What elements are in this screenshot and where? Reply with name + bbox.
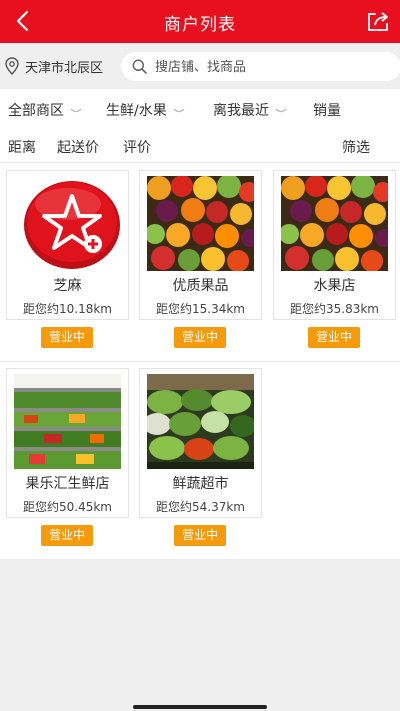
- chevron-down-icon: [70, 108, 82, 113]
- shop-image-red-star-logo: [14, 176, 121, 271]
- status-badge: 营业中: [308, 327, 360, 348]
- filter-fresh-fruit[interactable]: 生鲜/水果: [106, 100, 185, 120]
- shop-image-supermarket-produce-aisle: [14, 374, 121, 469]
- shop-card[interactable]: 优质果品 距您约15.34km: [139, 170, 262, 320]
- shop-name: 果乐汇生鲜店: [25, 476, 110, 492]
- shop-distance: 距您约10.18km: [23, 302, 112, 316]
- filter-label: 全部商区: [8, 103, 64, 119]
- shop-name: 芝麻: [53, 278, 82, 294]
- sort-distance[interactable]: 距离: [8, 137, 36, 157]
- shop-card[interactable]: 水果店 距您约35.83km: [273, 170, 396, 320]
- app-header: 商户列表: [0, 0, 400, 43]
- location-search-bar: 天津市北辰区: [0, 43, 400, 89]
- status-badge: 营业中: [41, 525, 93, 546]
- filter-bar: 全部商区 生鲜/水果 离我最近 销量 距离 起送价 评价 筛选: [0, 89, 400, 163]
- filter-sales[interactable]: 销量: [313, 100, 341, 120]
- shop-distance: 距您约54.37km: [156, 500, 245, 514]
- search-box[interactable]: [121, 52, 400, 81]
- status-badge: 营业中: [41, 327, 93, 348]
- shop-name: 优质果品: [172, 278, 229, 294]
- chevron-down-icon: [173, 108, 185, 113]
- shop-grid: 芝麻 距您约10.18km 营业中 优质果品 距您约15.34km 营业中 水果…: [0, 163, 400, 559]
- chevron-down-icon: [275, 108, 287, 113]
- search-icon: [132, 59, 147, 74]
- sort-rating[interactable]: 评价: [123, 137, 151, 157]
- search-input[interactable]: [153, 55, 377, 79]
- shop-image-fruit-assortment: [281, 176, 388, 271]
- shop-distance: 距您约15.34km: [156, 302, 245, 316]
- shop-card[interactable]: 鲜蔬超市 距您约54.37km: [139, 368, 262, 518]
- shop-card[interactable]: 芝麻 距您约10.18km: [6, 170, 129, 320]
- filter-nearest[interactable]: 离我最近: [213, 100, 287, 120]
- screen-button[interactable]: 筛选: [342, 137, 370, 157]
- status-badge: 营业中: [174, 525, 226, 546]
- filter-label: 离我最近: [213, 103, 269, 119]
- status-badge: 营业中: [174, 327, 226, 348]
- shop-card[interactable]: 果乐汇生鲜店 距您约50.45km: [6, 368, 129, 518]
- shop-name: 水果店: [313, 278, 356, 294]
- home-indicator[interactable]: [133, 705, 267, 709]
- shop-distance: 距您约35.83km: [290, 302, 379, 316]
- shop-image-vegetable-display: [147, 374, 254, 469]
- filter-all-districts[interactable]: 全部商区: [8, 100, 82, 120]
- shop-image-fruit-assortment: [147, 176, 254, 271]
- row-divider: [0, 361, 400, 362]
- filter-label: 生鲜/水果: [106, 103, 167, 119]
- current-city[interactable]: 天津市北辰区: [25, 57, 103, 76]
- page-title: 商户列表: [164, 15, 236, 35]
- shop-name: 鲜蔬超市: [172, 476, 229, 492]
- sort-min-order[interactable]: 起送价: [57, 137, 99, 157]
- shop-distance: 距您约50.45km: [23, 500, 112, 514]
- location-pin-icon[interactable]: [4, 57, 20, 75]
- share-icon[interactable]: [366, 10, 390, 32]
